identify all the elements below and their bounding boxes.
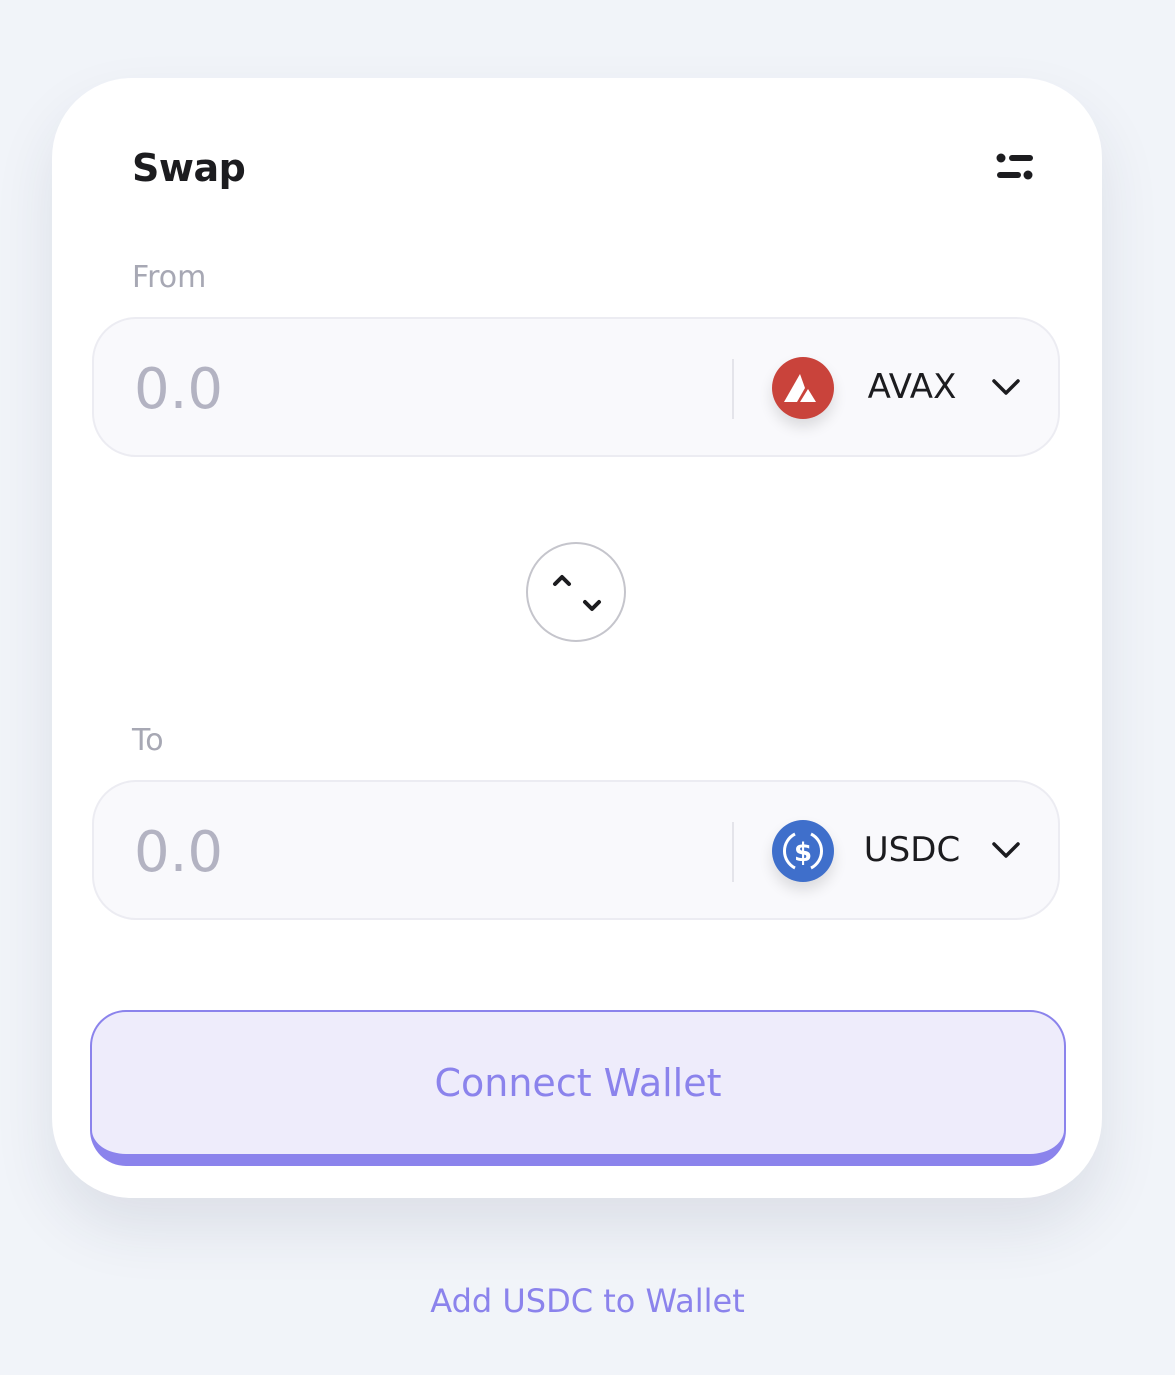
to-amount-input[interactable]: [134, 812, 694, 892]
svg-text:$: $: [794, 838, 812, 868]
settings-button[interactable]: [988, 148, 1038, 192]
chevron-down-icon: [992, 842, 1020, 858]
connect-wallet-button[interactable]: Connect Wallet: [90, 1010, 1066, 1166]
usdc-logo-icon: $: [772, 820, 834, 882]
from-token-select[interactable]: AVAX: [754, 333, 1054, 443]
avax-logo-icon: [772, 357, 834, 419]
chevron-down-icon: [992, 379, 1020, 395]
swap-card: Swap From AVAX: [52, 78, 1102, 1198]
field-divider: [732, 359, 734, 419]
swap-title: Swap: [132, 146, 246, 190]
to-token-symbol: USDC: [863, 830, 961, 870]
from-amount-input[interactable]: [134, 349, 694, 429]
from-label: From: [132, 260, 207, 295]
add-usdc-to-wallet-link[interactable]: Add USDC to Wallet: [0, 1282, 1175, 1320]
from-token-symbol: AVAX: [867, 367, 957, 407]
to-token-field: $ USDC: [92, 780, 1060, 920]
sliders-icon: [996, 153, 1033, 180]
to-label: To: [132, 723, 164, 758]
switch-direction-button[interactable]: [526, 542, 626, 642]
to-token-select[interactable]: $ USDC: [754, 796, 1054, 906]
swap-direction-icon: [553, 575, 601, 611]
from-token-field: AVAX: [92, 317, 1060, 457]
field-divider: [732, 822, 734, 882]
